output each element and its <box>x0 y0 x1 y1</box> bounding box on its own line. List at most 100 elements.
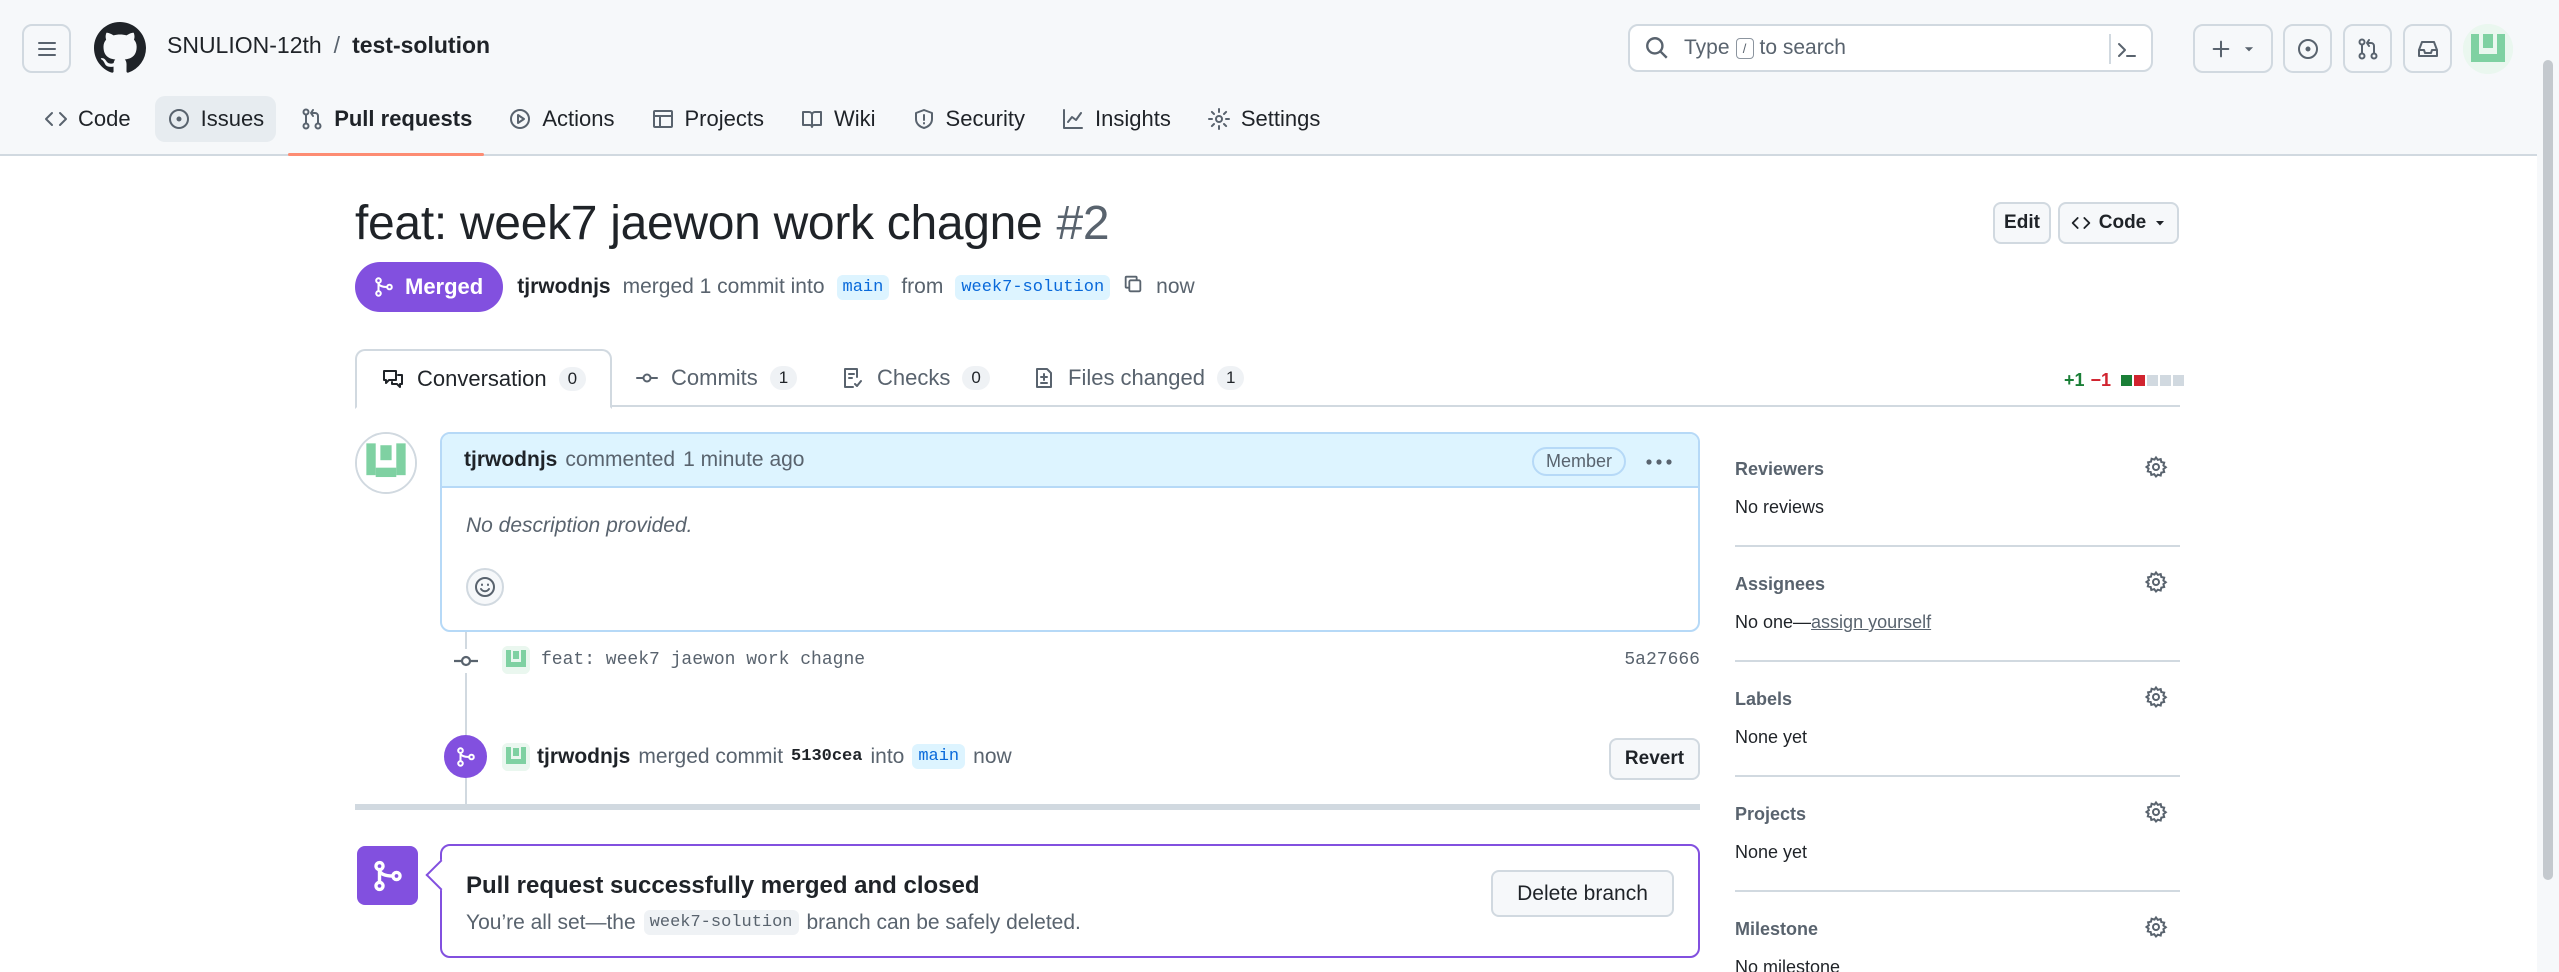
tab-pull-requests-label: Pull requests <box>334 106 473 131</box>
head-branch-tag[interactable]: week7-solution <box>955 274 1111 300</box>
create-new-button[interactable] <box>2193 24 2273 73</box>
git-merge-icon <box>375 277 393 297</box>
tab-commits[interactable]: Commits 1 <box>611 349 821 407</box>
base-branch-tag[interactable]: main <box>836 274 890 300</box>
shield-icon <box>914 109 933 129</box>
breadcrumb-repo[interactable]: test-solution <box>352 32 490 59</box>
comment-header: tjrwodnjs commented 1 minute ago <box>442 434 1698 488</box>
git-commit-icon <box>636 373 658 383</box>
tab-commits-label: Commits <box>671 365 758 390</box>
assign-yourself-link[interactable]: assign yourself <box>1811 612 1931 632</box>
sidebar-projects: Projects None yet <box>1735 777 2180 892</box>
merge-summary-text: merged 1 commit into <box>622 275 825 298</box>
git-commit-icon <box>454 655 478 667</box>
comment-action: commented <box>565 448 676 471</box>
merge-author-avatar[interactable] <box>502 743 530 771</box>
diffstat-bar <box>2121 375 2185 386</box>
add-reaction-button[interactable] <box>466 568 504 606</box>
comment-author-link[interactable]: tjrwodnjs <box>464 448 557 472</box>
tab-insights[interactable]: Insights <box>1049 96 1183 142</box>
sidebar-reviewers-value: No reviews <box>1735 497 1825 517</box>
tab-issues-label: Issues <box>200 106 265 131</box>
merge-into-text: into <box>870 744 905 768</box>
command-palette-icon[interactable] <box>2115 38 2139 62</box>
code-button-label: Code <box>2098 212 2147 233</box>
user-avatar[interactable] <box>2463 24 2513 74</box>
tab-pull-requests[interactable]: Pull requests <box>288 96 485 156</box>
sidebar-reviewers-title: Reviewers <box>1735 459 1825 479</box>
gear-icon <box>2144 915 2168 939</box>
commit-author-avatar[interactable] <box>502 646 530 674</box>
identicon-icon <box>2463 24 2513 74</box>
assignees-settings-button[interactable] <box>2144 570 2168 600</box>
reviewers-settings-button[interactable] <box>2144 455 2168 485</box>
projects-settings-button[interactable] <box>2144 800 2168 830</box>
sidebar-labels: Labels None yet <box>1735 662 2180 777</box>
sidebar-assignees-title: Assignees <box>1735 574 1826 594</box>
tab-security[interactable]: Security <box>900 96 1037 142</box>
pr-author-link[interactable]: tjrwodnjs <box>517 275 610 299</box>
hamburger-icon <box>37 41 56 56</box>
page-scrollbar[interactable] <box>2537 0 2559 972</box>
tab-conversation[interactable]: Conversation 0 <box>355 349 613 409</box>
tab-settings[interactable]: Settings <box>1195 96 1333 142</box>
inbox-button[interactable] <box>2403 24 2452 73</box>
plus-icon <box>2212 40 2230 57</box>
sidebar-milestone-title: Milestone <box>1735 919 1819 939</box>
tab-code-label: Code <box>78 106 131 131</box>
comment-author-avatar[interactable] <box>355 432 417 494</box>
tab-security-label: Security <box>945 106 1026 131</box>
merge-event-text: tjrwodnjs merged commit 5130cea into mai… <box>537 744 1012 769</box>
scrollbar-thumb[interactable] <box>2543 60 2553 880</box>
tab-files-changed-label: Files changed <box>1068 365 1205 390</box>
triangle-down-icon <box>2156 221 2165 226</box>
issues-button[interactable] <box>2283 24 2332 73</box>
tab-projects[interactable]: Projects <box>639 96 776 142</box>
code-dropdown-button[interactable]: Code <box>2058 202 2179 244</box>
from-text: from <box>901 275 944 298</box>
pr-title-text: feat: week7 jaewon work chagne <box>355 197 1043 250</box>
search-icon <box>1646 37 1668 59</box>
tab-actions[interactable]: Actions <box>496 96 626 142</box>
pull-requests-button[interactable] <box>2343 24 2392 73</box>
milestone-settings-button[interactable] <box>2144 915 2168 945</box>
breadcrumb-owner[interactable]: SNULION-12th <box>167 32 322 59</box>
tab-wiki-label: Wiki <box>833 106 876 131</box>
tab-checks[interactable]: Checks 0 <box>817 349 1014 407</box>
gear-icon <box>2144 570 2168 594</box>
table-icon <box>652 110 673 128</box>
labels-settings-button[interactable] <box>2144 685 2168 715</box>
copy-icon <box>1124 275 1142 293</box>
comment-body: No description provided. <box>466 514 693 537</box>
gear-icon <box>1207 108 1230 130</box>
merge-target-branch[interactable]: main <box>912 744 966 769</box>
tab-code[interactable]: Code <box>32 96 143 142</box>
commit-message-link[interactable]: feat: week7 jaewon work chagne <box>541 650 865 670</box>
commit-sha-link[interactable]: 5a27666 <box>1624 650 1700 670</box>
tab-issues[interactable]: Issues <box>154 96 277 142</box>
tab-files-changed[interactable]: Files changed 1 <box>1008 349 1268 407</box>
comment-time[interactable]: 1 minute ago <box>683 448 804 472</box>
delete-branch-button[interactable]: Delete branch <box>1491 870 1674 917</box>
repo-navigation: Code Issues Pull requests Actions Projec… <box>32 96 1344 156</box>
revert-button[interactable]: Revert <box>1609 738 1700 780</box>
kebab-horizontal-icon[interactable] <box>1646 459 1672 465</box>
menu-button[interactable] <box>22 24 71 73</box>
comment-discussion-icon <box>383 370 403 388</box>
merged-status-subtitle: You’re all set—the week7-solution branch… <box>466 910 1081 935</box>
merge-author-link[interactable]: tjrwodnjs <box>537 745 630 769</box>
merge-commit-sha[interactable]: 5130cea <box>791 747 862 766</box>
edit-title-button[interactable]: Edit <box>1993 202 2051 244</box>
sidebar-labels-value: None yet <box>1735 727 1808 747</box>
merge-event-time: now <box>973 744 1012 768</box>
git-merge-icon <box>456 746 475 767</box>
search-input[interactable]: Type / to search <box>1628 24 2153 72</box>
merged-branch-tag[interactable]: week7-solution <box>643 910 799 935</box>
tab-wiki[interactable]: Wiki <box>788 96 888 142</box>
identicon-icon <box>502 646 530 674</box>
git-merge-icon <box>373 860 402 891</box>
copy-branch-button[interactable] <box>1122 273 1144 301</box>
pr-sidebar: Reviewers No reviews Assignees No one—as… <box>1735 432 2180 972</box>
code-icon <box>2071 217 2090 229</box>
github-logo-icon[interactable] <box>94 22 146 74</box>
